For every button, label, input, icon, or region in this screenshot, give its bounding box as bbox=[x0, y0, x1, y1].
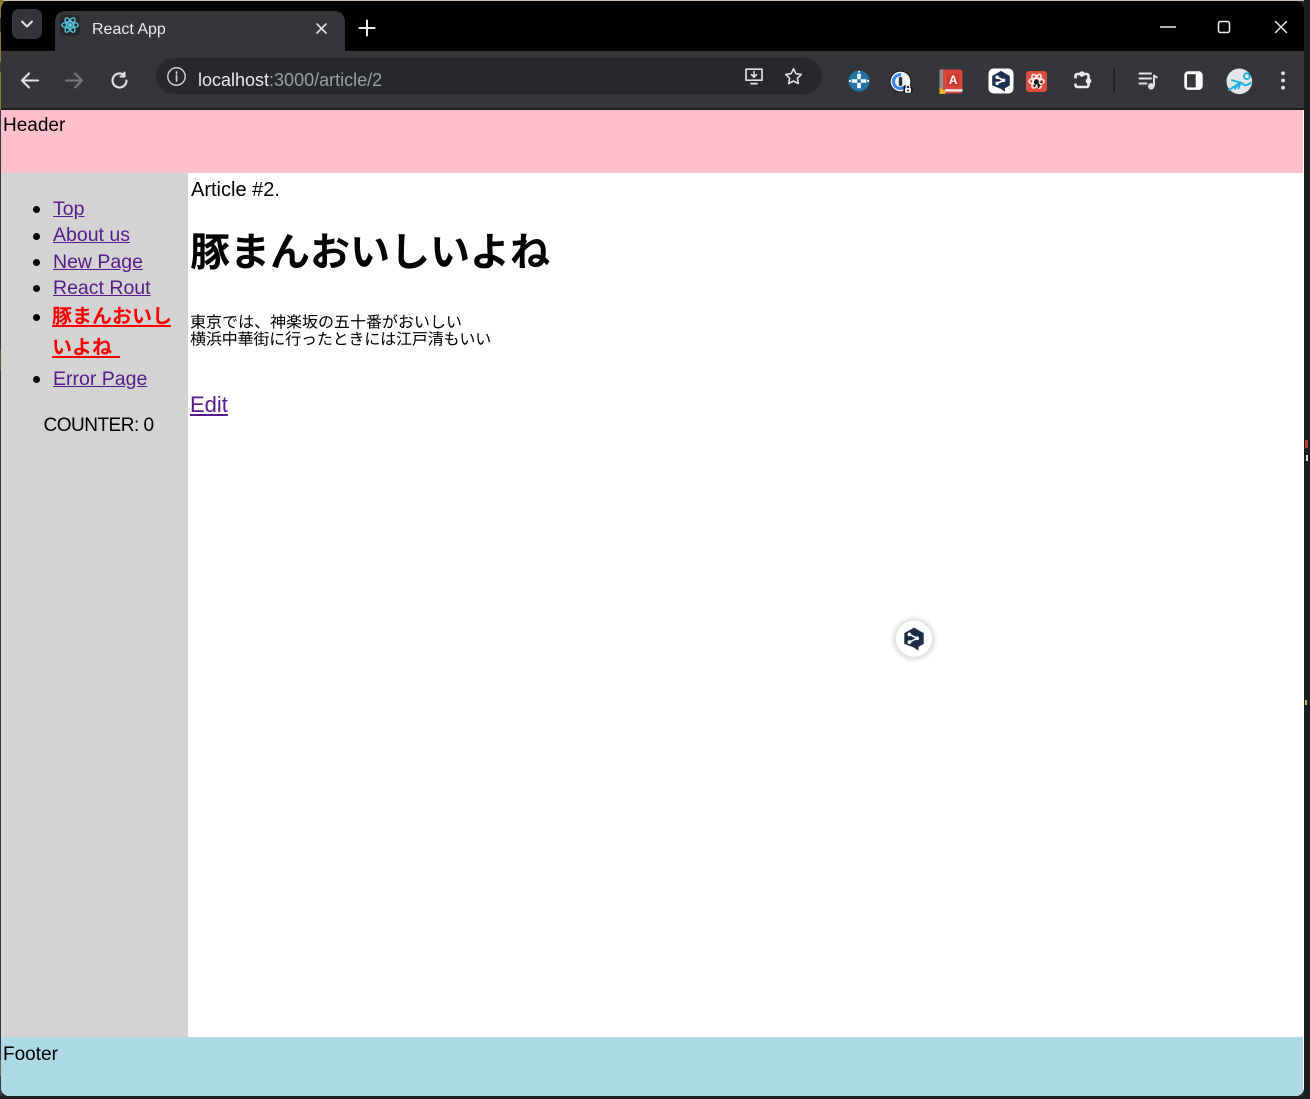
svg-text:A: A bbox=[949, 73, 958, 87]
